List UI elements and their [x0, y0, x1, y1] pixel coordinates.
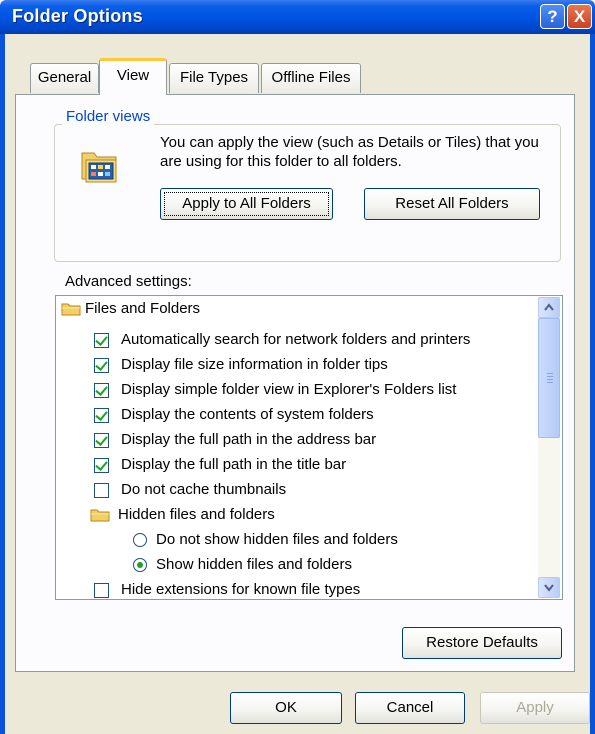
scrollbar-thumb[interactable]: [538, 318, 560, 438]
apply-button[interactable]: Apply: [480, 692, 590, 724]
radio-do-not-show-hidden[interactable]: [133, 533, 147, 547]
ok-button[interactable]: OK: [230, 692, 342, 724]
list-item-label[interactable]: Show hidden files and folders: [156, 552, 352, 577]
radio-show-hidden[interactable]: [133, 558, 147, 572]
checkbox-cache-thumbnails[interactable]: [94, 483, 109, 498]
tab-general[interactable]: General: [30, 63, 99, 93]
folder-views-description: You can apply the view (such as Details …: [160, 134, 539, 170]
checkbox-full-path-title-bar[interactable]: [94, 458, 109, 473]
folder-icon: [90, 509, 110, 522]
close-button[interactable]: X: [567, 4, 592, 29]
help-button[interactable]: ?: [540, 4, 565, 29]
tab-view[interactable]: View: [99, 58, 167, 95]
list-item-label[interactable]: Display the contents of system folders: [121, 402, 374, 427]
folder-options-window: Folder Options ? X General View File Typ…: [0, 0, 595, 734]
checkbox-full-path-address-bar[interactable]: [94, 433, 109, 448]
list-item-label[interactable]: Do not show hidden files and folders: [156, 527, 398, 552]
list-item-hidden-files: Hidden files and folders: [118, 506, 275, 523]
folder-tiles-icon: [81, 152, 117, 183]
checkbox-system-folders[interactable]: [94, 408, 109, 423]
list-item-label[interactable]: Automatically search for network folders…: [121, 327, 470, 352]
tab-offline-files[interactable]: Offline Files: [261, 63, 361, 93]
checkbox-display-file-size[interactable]: [94, 358, 109, 373]
list-item-label[interactable]: Hide extensions for known file types: [121, 577, 360, 599]
checkbox-auto-search-network[interactable]: [94, 333, 109, 348]
apply-to-all-folders-button[interactable]: Apply to All Folders: [160, 188, 333, 220]
list-item-label[interactable]: Display the full path in the title bar: [121, 452, 346, 477]
list-item-files-and-folders: Files and Folders: [85, 300, 201, 317]
checkbox-hide-extensions[interactable]: [94, 583, 109, 598]
title-bar[interactable]: Folder Options ? X: [0, 0, 595, 34]
cancel-button[interactable]: Cancel: [355, 692, 465, 724]
folder-icon: [61, 303, 81, 316]
tab-file-types[interactable]: File Types: [169, 63, 259, 93]
scroll-down-button[interactable]: [538, 577, 560, 598]
advanced-settings-list[interactable]: Files and Folders Automatically search f…: [55, 295, 563, 600]
list-item-label[interactable]: Display the full path in the address bar: [121, 427, 376, 452]
checkbox-simple-folder-view[interactable]: [94, 383, 109, 398]
list-item-label[interactable]: Do not cache thumbnails: [121, 477, 286, 502]
list-item-label[interactable]: Display simple folder view in Explorer's…: [121, 377, 456, 402]
list-item-label[interactable]: Display file size information in folder …: [121, 352, 388, 377]
folder-views-title: Folder views: [62, 108, 155, 125]
chevron-down-icon: [544, 584, 554, 592]
advanced-settings-label: Advanced settings:: [65, 273, 192, 290]
scroll-up-button[interactable]: [538, 297, 560, 318]
reset-all-folders-button[interactable]: Reset All Folders: [364, 188, 540, 220]
window-title: Folder Options: [12, 6, 143, 26]
restore-defaults-button[interactable]: Restore Defaults: [402, 627, 562, 659]
chevron-up-icon: [544, 303, 554, 311]
window-frame-right: [590, 34, 595, 734]
